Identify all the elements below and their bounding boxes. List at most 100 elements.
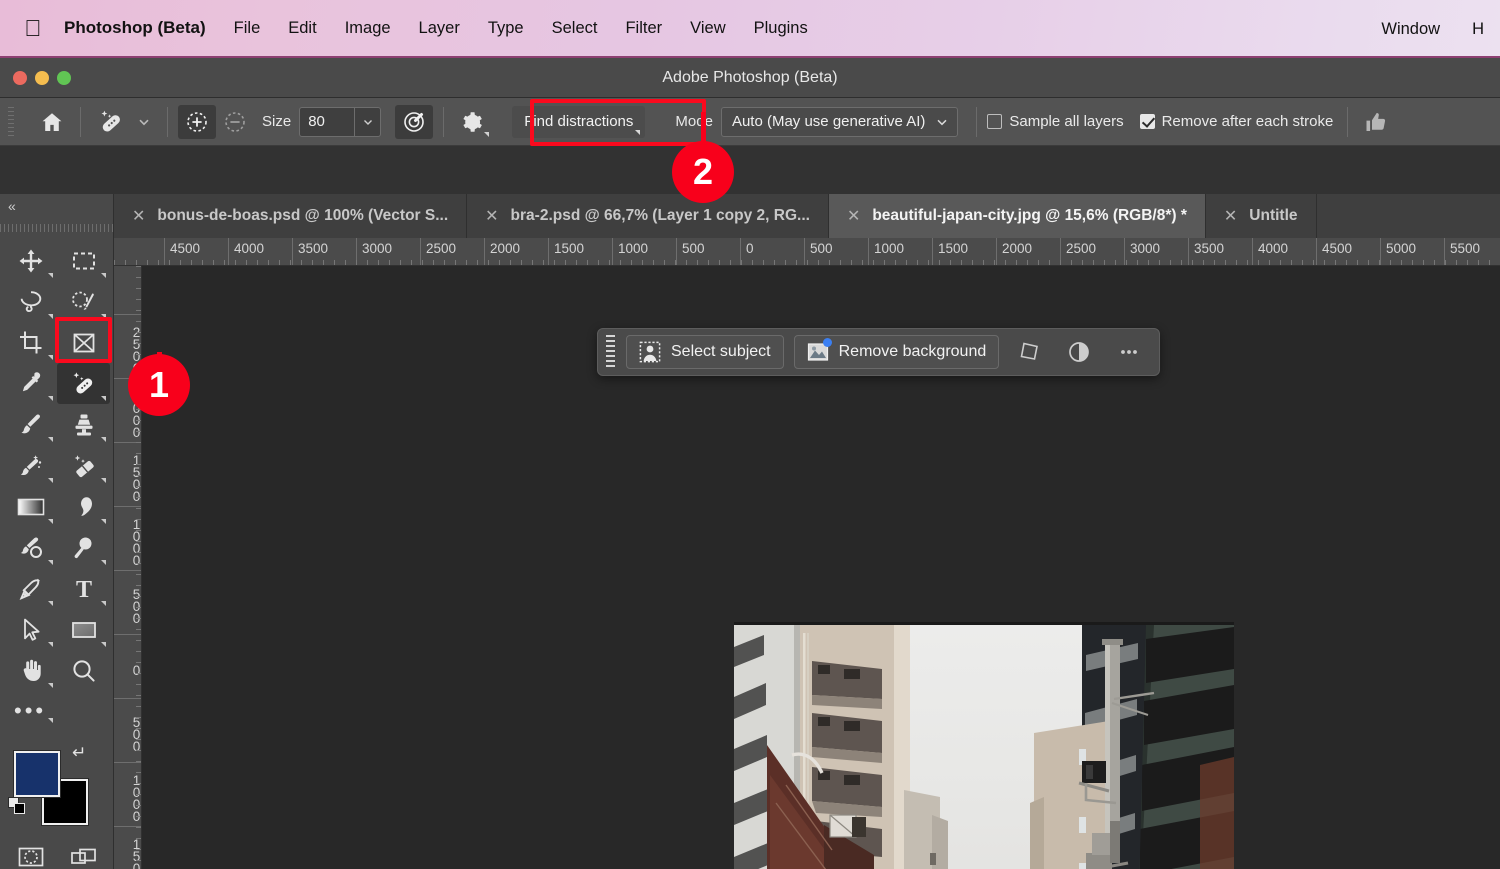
menubar-item-filter[interactable]: Filter xyxy=(611,0,676,57)
subtract-from-selection-icon[interactable] xyxy=(216,105,254,139)
remove-background-button[interactable]: Remove background xyxy=(793,335,1000,369)
home-icon[interactable] xyxy=(34,105,70,139)
remove-tool-icon[interactable] xyxy=(91,105,131,139)
tool-flyout-indicator[interactable] xyxy=(48,314,53,319)
remove-after-stroke-checkbox[interactable]: Remove after each stroke xyxy=(1139,113,1333,130)
menubar-item-plugins[interactable]: Plugins xyxy=(740,0,822,57)
adjustment-layer-icon[interactable] xyxy=(1059,335,1099,369)
tool-flyout-indicator[interactable] xyxy=(101,642,106,647)
menubar-item-photoshop[interactable]: Photoshop (Beta) xyxy=(64,0,220,57)
menubar-item-layer[interactable]: Layer xyxy=(405,0,474,57)
tool-clone-stamp[interactable] xyxy=(57,404,110,445)
default-colors-icon[interactable] xyxy=(8,797,26,815)
transform-icon[interactable] xyxy=(1009,335,1049,369)
tool-flyout-indicator[interactable] xyxy=(48,273,53,278)
tool-flyout-indicator[interactable] xyxy=(48,396,53,401)
add-to-selection-icon[interactable] xyxy=(178,104,216,139)
size-value[interactable]: 80 xyxy=(300,108,354,136)
more-tools-icon[interactable]: ••• xyxy=(14,700,46,722)
size-input[interactable]: 80 xyxy=(299,106,382,137)
remove-after-stroke-box[interactable] xyxy=(1139,114,1155,129)
close-icon[interactable]: ✕ xyxy=(485,206,498,226)
document-tab-1[interactable]: ✕ bonus-de-boas.psd @ 100% (Vector S... xyxy=(114,194,468,238)
double-chevron-left-icon[interactable]: « xyxy=(8,198,16,214)
canvas-area[interactable]: 極 高 ビ xyxy=(142,266,1500,869)
tool-flyout-indicator[interactable] xyxy=(48,478,53,483)
sample-all-layers-checkbox[interactable]: Sample all layers xyxy=(987,113,1124,130)
tool-history-brush[interactable] xyxy=(4,445,57,486)
mode-chevron-down-icon[interactable] xyxy=(935,115,949,129)
collapse-panel-button[interactable]: « xyxy=(0,194,113,218)
tool-eyedropper[interactable] xyxy=(4,363,57,404)
tool-crop[interactable] xyxy=(4,322,57,363)
document-tab-2[interactable]: ✕ bra-2.psd @ 66,7% (Layer 1 copy 2, RG.… xyxy=(467,194,829,238)
tool-flyout-indicator[interactable] xyxy=(48,355,53,360)
tool-remove[interactable] xyxy=(57,363,110,404)
tools-panel-drag-handle[interactable] xyxy=(0,220,113,236)
gear-icon[interactable] xyxy=(454,105,490,139)
mode-select[interactable]: Auto (May use generative AI) xyxy=(720,106,959,137)
close-icon[interactable]: ✕ xyxy=(847,206,860,226)
tool-flyout-indicator[interactable] xyxy=(101,273,106,278)
tool-flyout-indicator[interactable] xyxy=(101,601,106,606)
tool-object-selection[interactable] xyxy=(57,281,110,322)
menubar-item-type[interactable]: Type xyxy=(474,0,538,57)
sample-all-layers-box[interactable] xyxy=(987,114,1003,129)
tool-flyout-indicator[interactable] xyxy=(48,519,53,524)
tool-preset-chevron-down-icon[interactable] xyxy=(131,105,157,139)
tool-type[interactable]: T xyxy=(57,568,110,609)
tool-hand[interactable] xyxy=(4,650,57,691)
menubar-item-view[interactable]: View xyxy=(676,0,739,57)
menubar-item-help[interactable]: H xyxy=(1456,0,1500,58)
more-options-icon[interactable] xyxy=(1109,335,1149,369)
tool-flyout-indicator[interactable] xyxy=(101,519,106,524)
tool-flyout-indicator[interactable] xyxy=(101,437,106,442)
maximize-window-button[interactable] xyxy=(57,71,71,85)
tool-rectangular-marquee[interactable] xyxy=(57,240,110,281)
menubar-item-select[interactable]: Select xyxy=(538,0,612,57)
quick-mask-icon[interactable] xyxy=(4,835,57,869)
tool-pen[interactable] xyxy=(4,568,57,609)
close-icon[interactable]: ✕ xyxy=(1224,206,1237,226)
swap-colors-icon[interactable]: ↵ xyxy=(72,743,86,763)
edit-toolbar-button[interactable]: ••• xyxy=(0,691,106,731)
menubar-item-edit[interactable]: Edit xyxy=(274,0,330,57)
foreground-color-swatch[interactable] xyxy=(14,751,60,797)
canvas-image[interactable]: 極 高 ビ xyxy=(734,622,1234,869)
tool-brush[interactable] xyxy=(4,404,57,445)
tool-blur[interactable] xyxy=(57,486,110,527)
tool-rectangle[interactable] xyxy=(57,609,110,650)
options-bar-drag-handle[interactable] xyxy=(6,106,16,137)
tool-flyout-indicator[interactable] xyxy=(101,560,106,565)
tool-lasso[interactable] xyxy=(4,281,57,322)
tool-flyout-indicator[interactable] xyxy=(48,601,53,606)
tool-flyout-indicator[interactable] xyxy=(48,718,53,723)
tool-flyout-indicator[interactable] xyxy=(101,478,106,483)
size-chevron-down-icon[interactable] xyxy=(354,107,380,136)
select-subject-button[interactable]: Select subject xyxy=(626,335,784,369)
tool-zoom[interactable] xyxy=(57,650,110,691)
apple-logo-icon[interactable]:  xyxy=(22,15,44,41)
drag-handle-icon[interactable] xyxy=(604,335,616,369)
menubar-item-file[interactable]: File xyxy=(220,0,275,57)
screen-mode-icon[interactable] xyxy=(57,835,110,869)
tool-flyout-indicator[interactable] xyxy=(48,642,53,647)
tool-eraser[interactable] xyxy=(57,445,110,486)
menubar-item-image[interactable]: Image xyxy=(331,0,405,57)
menubar-item-window[interactable]: Window xyxy=(1365,0,1456,58)
close-window-button[interactable] xyxy=(13,71,27,85)
tool-sponge[interactable] xyxy=(57,527,110,568)
document-tab-3[interactable]: ✕ beautiful-japan-city.jpg @ 15,6% (RGB/… xyxy=(828,194,1206,238)
tool-gradient[interactable] xyxy=(4,486,57,527)
close-icon[interactable]: ✕ xyxy=(132,206,145,226)
thumbs-up-icon[interactable] xyxy=(1358,105,1394,139)
tool-path-selection[interactable] xyxy=(4,609,57,650)
document-tab-4[interactable]: ✕ Untitle xyxy=(1206,194,1317,238)
tool-flyout-indicator[interactable] xyxy=(48,437,53,442)
tool-move[interactable] xyxy=(4,240,57,281)
tool-dodge[interactable] xyxy=(4,527,57,568)
tool-flyout-indicator[interactable] xyxy=(48,560,53,565)
tool-flyout-indicator[interactable] xyxy=(101,396,106,401)
minimize-window-button[interactable] xyxy=(35,71,49,85)
tool-flyout-indicator[interactable] xyxy=(48,683,53,688)
